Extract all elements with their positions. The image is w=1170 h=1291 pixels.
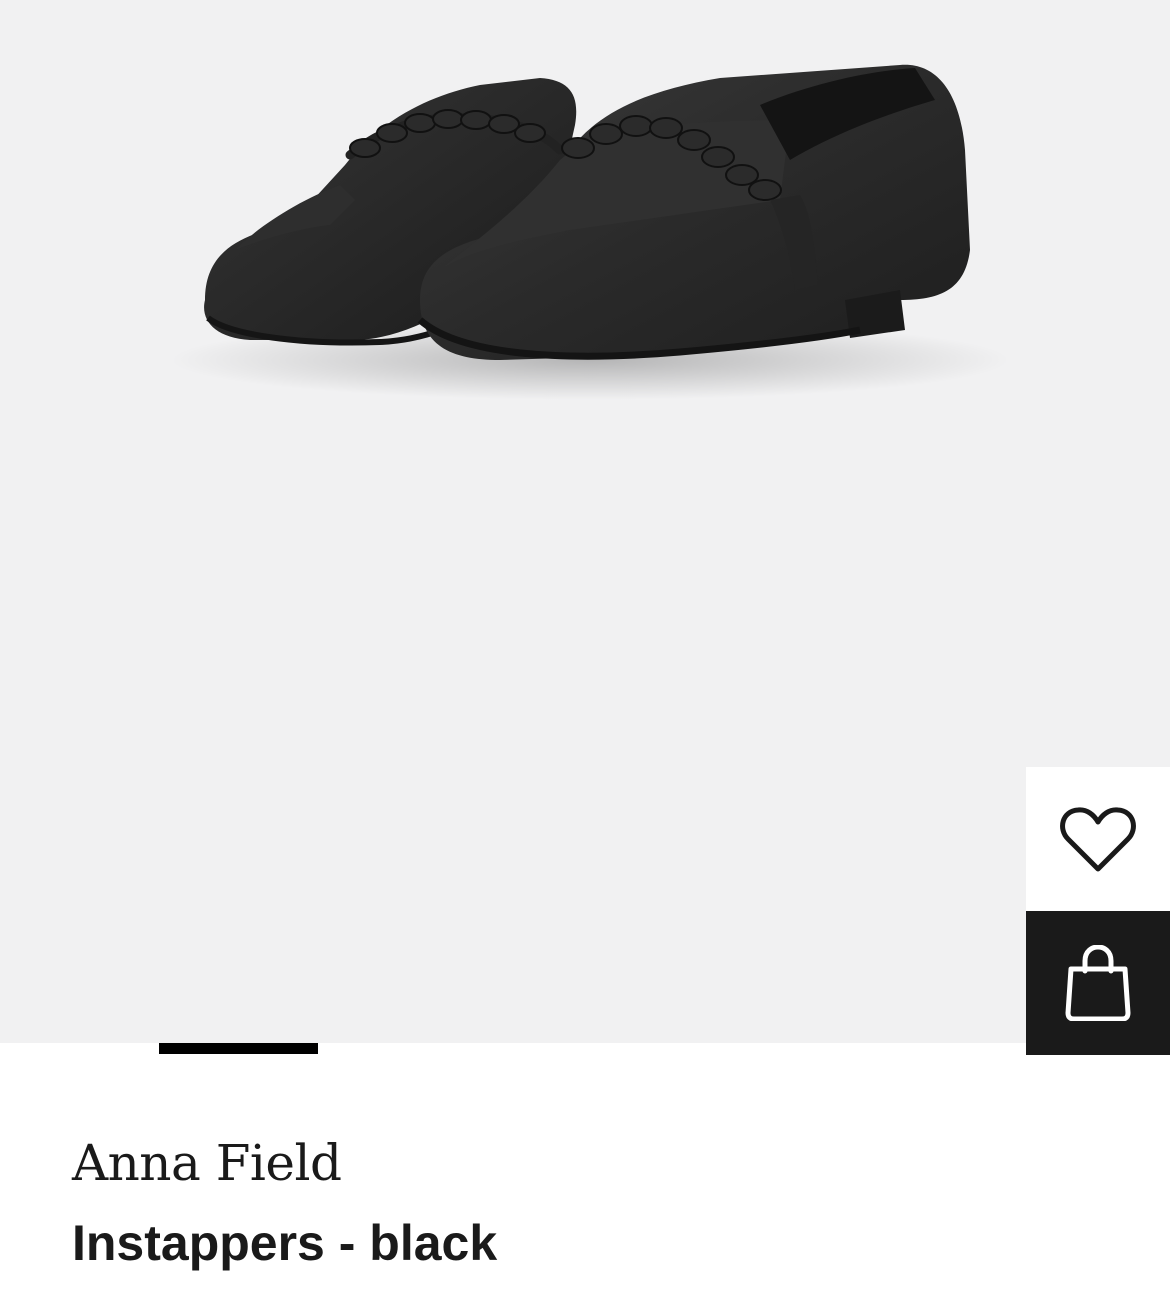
pager-segment[interactable]: [795, 1043, 954, 1054]
heart-outline-icon: [1060, 807, 1136, 872]
pager-segment[interactable]: [477, 1043, 636, 1054]
wishlist-button[interactable]: [1026, 767, 1170, 911]
add-to-bag-button[interactable]: [1026, 911, 1170, 1055]
pager-segment[interactable]: [0, 1043, 159, 1054]
brand-name[interactable]: Anna Field: [72, 1134, 342, 1192]
image-pager[interactable]: [0, 1043, 954, 1054]
pager-segment[interactable]: [159, 1043, 318, 1054]
product-image-gallery[interactable]: [0, 0, 1170, 1043]
product-title: Instappers - black: [72, 1215, 498, 1271]
pager-segment[interactable]: [636, 1043, 795, 1054]
product-image[interactable]: [0, 0, 1170, 1043]
pager-segment[interactable]: [318, 1043, 477, 1054]
shopping-bag-icon: [1065, 945, 1131, 1021]
